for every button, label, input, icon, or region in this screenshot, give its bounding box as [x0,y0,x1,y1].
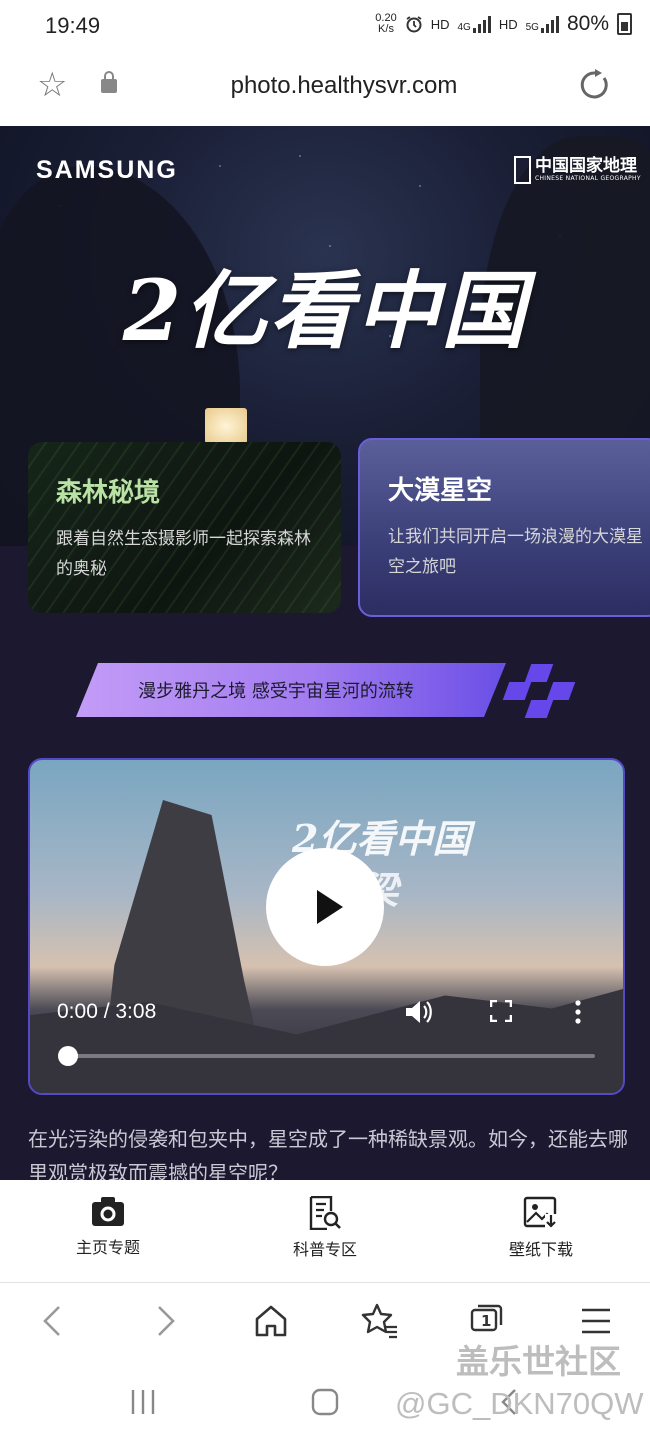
video-time: 0:00 / 3:08 [57,1000,157,1023]
card-desert-stars[interactable]: 大漠星空 让我们共同开启一场浪漫的大漠星空之旅吧 [358,438,650,617]
image-download-icon [523,1196,558,1229]
play-button[interactable] [266,848,384,966]
status-time: 19:49 [45,13,101,38]
tab-wallpaper[interactable]: 壁纸下载 [461,1196,621,1260]
bookmark-star-icon[interactable]: ☆ [37,68,67,102]
banner-decoration [524,700,554,718]
samsung-logo: SAMSUNG [36,156,178,184]
camera-icon [92,1197,124,1226]
watermark-handle: @GC_DKN70QW [395,1386,644,1421]
watermark-community: 盖乐世社区 [456,1342,621,1381]
tabs-count: 1 [481,1312,492,1330]
signal-bars-icon [472,15,491,33]
hero-title: 2亿看中国 [122,261,528,360]
lock-icon[interactable] [101,71,117,93]
tab-science[interactable]: 科普专区 [245,1196,405,1260]
hd-badge-2: HD [498,16,518,32]
reload-icon[interactable] [578,68,612,102]
signal-5g: 5G [526,15,559,33]
cng-logo-frame [514,156,531,184]
bottom-tab-bar: 主页专题 科普专区 壁纸下载 [0,1180,650,1283]
volume-icon[interactable] [404,998,434,1026]
signal-4g: 4G [458,15,491,33]
banner-decoration [546,682,576,700]
video-progress-bar[interactable] [58,1046,595,1066]
url-field[interactable]: photo.healthysvr.com [150,72,538,100]
url-bar: ☆ photo.healthysvr.com [0,52,650,127]
status-icons: 0.20 K/s HD 4G HD 5G 80% [375,12,632,36]
article-text: 在光污染的侵袭和包夹中，星空成了一种稀缺景观。如今，还能去哪里观赏极致而震撼的星… [28,1127,628,1182]
recent-apps-icon[interactable] [128,1387,158,1417]
home-button-icon[interactable] [310,1387,340,1417]
card-title: 大漠星空 [388,476,493,506]
battery-level: 80% [566,12,609,35]
battery-icon [617,13,632,35]
more-options-icon[interactable] [575,1000,581,1024]
bookmarks-icon[interactable] [359,1301,399,1341]
card-desc: 跟着自然生态摄影师一起探索森林的奥秘 [56,529,311,579]
network-speed: 0.20 K/s [375,12,397,35]
forward-icon[interactable] [145,1301,185,1341]
lit-doorway [205,408,247,444]
home-icon[interactable] [251,1301,291,1341]
status-bar: 19:49 0.20 K/s HD 4G HD 5G 80% [0,0,650,52]
banner-decoration [502,682,532,700]
banner-text: 漫步雅丹之境 感受宇宙星河的流转 [138,681,414,702]
alarm-icon [406,16,422,33]
card-desc: 让我们共同开启一场浪漫的大漠星空之旅吧 [388,527,643,577]
back-icon[interactable] [33,1301,73,1341]
fullscreen-icon[interactable] [490,1000,512,1022]
hd-badge: HD [430,16,450,32]
search-doc-icon [309,1196,341,1230]
tab-home-topics[interactable]: 主页专题 [28,1196,188,1258]
tabs-button[interactable]: 1 [470,1302,504,1332]
section-banner: 漫步雅丹之境 感受宇宙星河的流转 [76,663,576,718]
card-title: 森林秘境 [56,478,161,508]
cng-logo: 中国国家地理 CHINESE NATIONAL GEOGRAPHY [514,156,641,184]
card-forest[interactable]: 森林秘境 跟着自然生态摄影师一起探索森林的奥秘 [28,442,341,613]
video-progress-thumb[interactable] [58,1046,78,1066]
banner-decoration [524,664,554,682]
signal-bars-icon-2 [540,15,559,33]
video-player[interactable]: 2亿看中国 梁 0:00 / 3:08 [28,758,625,1095]
